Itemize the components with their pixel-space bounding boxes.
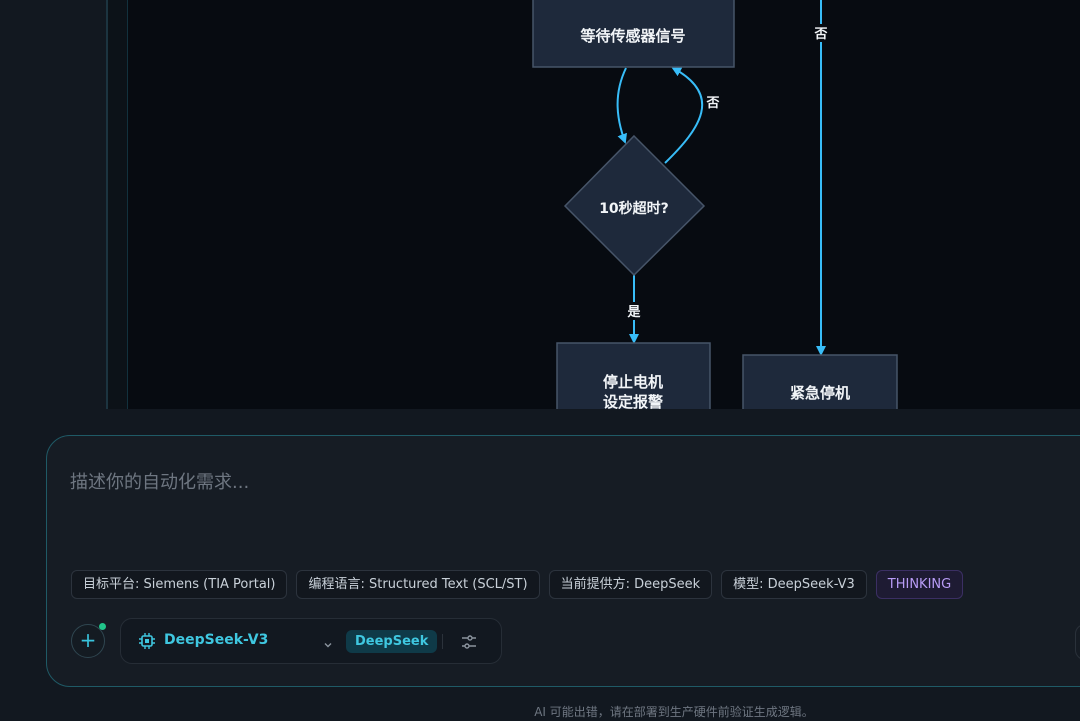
node-stop-motor[interactable]: 停止电机 设定报警: [556, 342, 711, 409]
provider-badge[interactable]: DeepSeek: [346, 630, 438, 653]
edge-label-yes: 是: [626, 305, 641, 320]
chip-language[interactable]: 编程语言: Structured Text (SCL/ST): [296, 570, 540, 599]
send-button[interactable]: [1075, 624, 1080, 660]
node-stop-motor-label-1: 停止电机: [603, 373, 663, 391]
flowchart-canvas[interactable]: 否 否 是 等待传感器信号 10秒超时? 停止电机 设定报警 紧急停机: [127, 0, 1080, 409]
node-wait-sensor[interactable]: 等待传感器信号: [532, 0, 735, 68]
edge-label-no-top: 否: [813, 27, 827, 42]
node-wait-sensor-label: 等待传感器信号: [580, 27, 685, 45]
chip-model[interactable]: 模型: DeepSeek-V3: [721, 570, 867, 599]
flowchart-area: 否 否 是 等待传感器信号 10秒超时? 停止电机 设定报警 紧急停机: [0, 0, 1080, 409]
chip-target-platform[interactable]: 目标平台: Siemens (TIA Portal): [71, 570, 288, 599]
model-name: DeepSeek-V3: [164, 632, 269, 648]
status-dot: [99, 623, 106, 630]
divider: [442, 634, 443, 649]
plus-icon: +: [79, 628, 97, 652]
left-rail-strip: [108, 0, 127, 409]
chip-thinking[interactable]: THINKING: [875, 570, 964, 599]
node-emergency-stop-label: 紧急停机: [790, 384, 850, 402]
edge-label-no-loop: 否: [705, 96, 719, 111]
edge-timeout-no-loop: [664, 67, 704, 164]
chip-provider[interactable]: 当前提供方: DeepSeek: [548, 570, 713, 599]
cpu-chip-icon: [138, 632, 156, 654]
prompt-input[interactable]: 描述你的自动化需求...: [70, 468, 249, 494]
disclaimer-text: AI 可能出错，请在部署到生产硬件前验证生成逻辑。: [534, 705, 814, 719]
edge-wait-to-timeout: [616, 67, 627, 144]
flowchart-svg: 否 否 是 等待传感器信号 10秒超时? 停止电机 设定报警 紧急停机: [532, 0, 898, 409]
node-emergency-stop[interactable]: 紧急停机: [742, 354, 898, 409]
chevron-down-icon[interactable]: [323, 635, 333, 654]
node-timeout-check-label: 10秒超时?: [599, 200, 669, 217]
context-chips: 目标平台: Siemens (TIA Portal) 编程语言: Structu…: [71, 570, 964, 599]
node-stop-motor-label-2: 设定报警: [603, 393, 663, 409]
model-selector[interactable]: DeepSeek-V3 DeepSeek: [120, 618, 502, 664]
chat-input-card: 描述你的自动化需求... 目标平台: Siemens (TIA Portal) …: [46, 435, 1080, 687]
node-timeout-check[interactable]: 10秒超时?: [563, 134, 706, 277]
sliders-icon[interactable]: [460, 633, 478, 655]
